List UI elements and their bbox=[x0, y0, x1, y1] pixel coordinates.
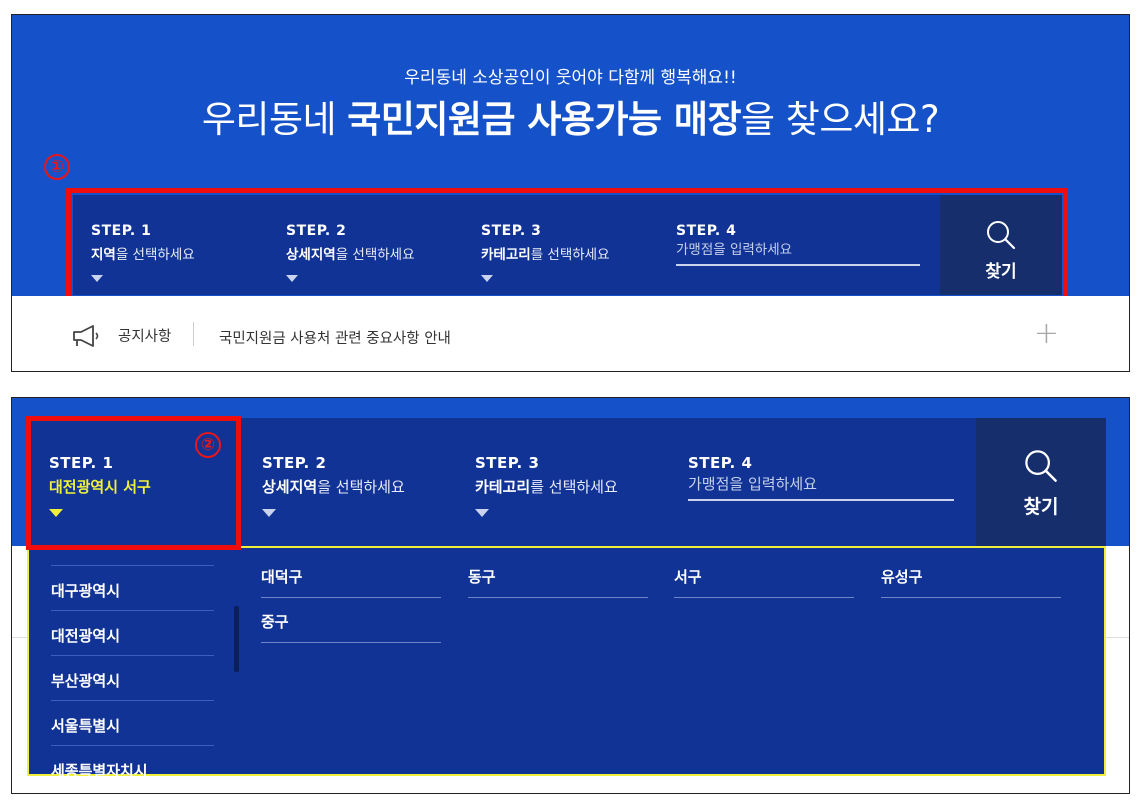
step-title: STEP. 3 bbox=[475, 454, 540, 472]
hero-title-part1: 우리동네 bbox=[201, 98, 348, 141]
district-option[interactable]: 대덕구 bbox=[261, 566, 441, 598]
notice-link[interactable]: 국민지원금 사용처 관련 중요사항 안내 bbox=[219, 327, 451, 348]
step-hint: 을 선택하세요 bbox=[335, 247, 415, 263]
step4-store-name: STEP. 4 bbox=[676, 223, 920, 266]
region-dropdown: 대구광역시 대전광역시 부산광역시 서울특별시 세종특별자치시 대덕구 동구 서… bbox=[27, 546, 1106, 780]
chevron-down-icon bbox=[481, 275, 493, 282]
step-description: 상세지역을 선택하세요 bbox=[262, 476, 405, 497]
search-icon bbox=[1025, 450, 1057, 482]
district-option[interactable]: 유성구 bbox=[881, 566, 1061, 598]
step2-detail-region-select[interactable]: STEP. 2 상세지역을 선택하세요 bbox=[286, 223, 415, 282]
step3-category-select[interactable]: STEP. 3 카테고리를 선택하세요 bbox=[481, 223, 610, 282]
find-button[interactable]: 찾기 bbox=[976, 418, 1106, 546]
step-hint: 를 선택하세요 bbox=[530, 478, 618, 496]
step-keyword: 상세지역 bbox=[262, 478, 318, 496]
step-title: STEP. 2 bbox=[286, 223, 347, 239]
region-list: 대구광역시 대전광역시 부산광역시 서울특별시 세종특별자치시 bbox=[29, 548, 219, 780]
step-keyword: 카테고리 bbox=[475, 478, 531, 496]
step-keyword: 상세지역 bbox=[286, 247, 336, 263]
step-description: 카테고리를 선택하세요 bbox=[481, 243, 610, 263]
hero-title: 우리동네 국민지원금 사용가능 매장을 찾으세요? bbox=[12, 89, 1129, 143]
find-button-label: 찾기 bbox=[1023, 496, 1059, 518]
step-description: 지역을 선택하세요 bbox=[91, 243, 195, 263]
screenshot-panel-2: STEP. 1 대전광역시 서구 STEP. 2 상세지역을 선택하세요 STE… bbox=[11, 397, 1130, 794]
notice-bar: 공지사항 국민지원금 사용처 관련 중요사항 안내 + bbox=[12, 296, 1129, 371]
hero-subtitle: 우리동네 소상공인이 웃어야 다함께 행복해요!! bbox=[404, 68, 737, 88]
store-name-input[interactable] bbox=[676, 242, 920, 266]
district-option[interactable]: 동구 bbox=[468, 566, 648, 598]
page-divider bbox=[12, 637, 27, 638]
step-title: STEP. 4 bbox=[676, 223, 737, 239]
megaphone-icon bbox=[73, 325, 99, 347]
step1-region-select[interactable]: STEP. 1 대전광역시 서구 bbox=[49, 454, 151, 517]
page-divider bbox=[1104, 637, 1129, 638]
step-title: STEP. 4 bbox=[688, 454, 753, 472]
region-scrollbar[interactable] bbox=[234, 606, 239, 672]
hero-title-emphasis: 국민지원금 사용가능 매장 bbox=[347, 98, 741, 141]
region-option[interactable]: 대구광역시 bbox=[51, 565, 214, 609]
step-title: STEP. 2 bbox=[262, 454, 327, 472]
chevron-down-icon bbox=[49, 509, 63, 517]
notice-divider bbox=[193, 322, 194, 346]
region-option[interactable]: 서울특별시 bbox=[51, 700, 214, 744]
chevron-down-icon bbox=[91, 275, 103, 282]
find-button[interactable]: 찾기 bbox=[940, 195, 1062, 295]
plus-icon[interactable]: + bbox=[1034, 319, 1059, 349]
chevron-down-icon bbox=[262, 509, 276, 517]
chevron-down-icon bbox=[475, 509, 489, 517]
step-keyword: 지역 bbox=[91, 247, 116, 263]
hero-banner: 우리동네 소상공인이 웃어야 다함께 행복해요!! 우리동네 국민지원금 사용가… bbox=[12, 15, 1129, 301]
step4-store-name: STEP. 4 bbox=[688, 454, 954, 501]
step1-region-select[interactable]: STEP. 1 지역을 선택하세요 bbox=[91, 223, 195, 282]
step3-category-select[interactable]: STEP. 3 카테고리를 선택하세요 bbox=[475, 454, 618, 517]
store-search-bar-expanded: STEP. 1 대전광역시 서구 STEP. 2 상세지역을 선택하세요 STE… bbox=[27, 418, 1106, 546]
step-description: 카테고리를 선택하세요 bbox=[475, 476, 618, 497]
step-description: 상세지역을 선택하세요 bbox=[286, 243, 415, 263]
find-button-label: 찾기 bbox=[985, 262, 1017, 282]
district-option[interactable]: 중구 bbox=[261, 611, 441, 643]
search-icon bbox=[987, 221, 1016, 250]
region-option[interactable]: 부산광역시 bbox=[51, 655, 214, 699]
region-option[interactable]: 대전광역시 bbox=[51, 610, 214, 654]
step-keyword: 카테고리 bbox=[481, 247, 531, 263]
annotation-marker-2: ② bbox=[195, 432, 221, 458]
step-hint: 을 선택하세요 bbox=[317, 478, 405, 496]
district-option[interactable]: 서구 bbox=[674, 566, 854, 598]
step2-detail-region-select[interactable]: STEP. 2 상세지역을 선택하세요 bbox=[262, 454, 405, 517]
annotation-marker-1: ① bbox=[44, 154, 70, 180]
hero-title-part3: 을 찾으세요? bbox=[741, 98, 940, 141]
step-hint: 를 선택하세요 bbox=[530, 247, 610, 263]
notice-label: 공지사항 bbox=[118, 329, 172, 345]
store-name-input[interactable] bbox=[688, 475, 954, 501]
screenshot-panel-1: 우리동네 소상공인이 웃어야 다함께 행복해요!! 우리동네 국민지원금 사용가… bbox=[11, 14, 1130, 372]
store-search-bar: STEP. 1 지역을 선택하세요 STEP. 2 상세지역을 선택하세요 ST… bbox=[73, 195, 1062, 295]
step-title: STEP. 1 bbox=[91, 223, 152, 239]
selected-region: 대전광역시 서구 bbox=[49, 478, 151, 496]
step-title: STEP. 3 bbox=[481, 223, 542, 239]
chevron-down-icon bbox=[286, 275, 298, 282]
step-hint: 을 선택하세요 bbox=[115, 247, 195, 263]
region-option[interactable]: 세종특별자치시 bbox=[51, 745, 214, 789]
step-title: STEP. 1 bbox=[49, 454, 114, 472]
